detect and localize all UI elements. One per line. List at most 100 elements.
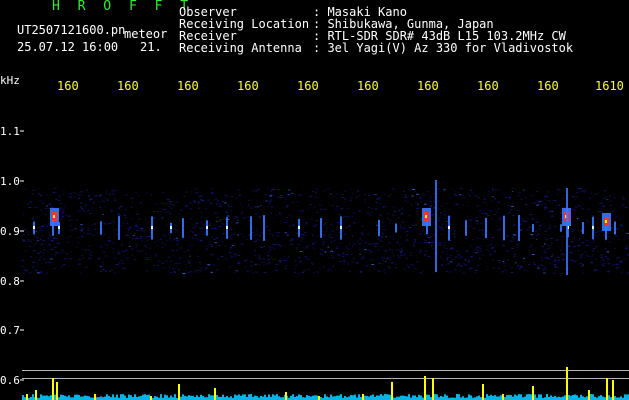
noise-pixel (403, 268, 406, 270)
noise-pixel (507, 205, 510, 207)
noise-pixel (508, 197, 511, 199)
noise-pixel (162, 192, 165, 194)
noise-pixel (94, 228, 97, 230)
noise-pixel (23, 234, 25, 236)
noise-pixel (69, 193, 73, 195)
noise-pixel (474, 252, 477, 253)
noise-pixel (105, 198, 109, 200)
baseline-bar (534, 394, 536, 400)
noise-pixel (430, 205, 434, 207)
noise-pixel (164, 244, 166, 246)
noise-pixel (207, 200, 209, 202)
noise-pixel (37, 227, 40, 229)
noise-pixel (279, 261, 282, 263)
noise-pixel (103, 222, 106, 224)
noise-pixel (254, 240, 258, 242)
noise-pixel (476, 220, 479, 222)
noise-pixel (519, 265, 523, 267)
signal-streak (518, 215, 520, 241)
signal-streak (465, 220, 467, 236)
baseline-bar (74, 394, 76, 400)
baseline-bar (520, 394, 522, 400)
noise-pixel (412, 271, 414, 273)
noise-pixel (333, 229, 335, 231)
noise-pixel (387, 213, 390, 215)
noise-pixel (562, 258, 565, 260)
noise-pixel (327, 246, 330, 248)
noise-pixel (136, 236, 139, 238)
noise-pixel (139, 237, 143, 239)
noise-pixel (560, 254, 564, 256)
noise-pixel (513, 224, 516, 226)
noise-pixel (554, 259, 557, 261)
noise-pixel (413, 243, 416, 245)
noise-pixel (623, 239, 626, 241)
noise-pixel (226, 212, 229, 214)
noise-pixel (400, 224, 402, 226)
noise-pixel (392, 255, 395, 257)
noise-pixel (105, 270, 108, 272)
baseline-bar (388, 394, 390, 400)
noise-pixel (121, 262, 125, 264)
noise-pixel (511, 267, 513, 269)
noise-pixel (268, 201, 272, 203)
noise-pixel (533, 264, 536, 265)
noise-pixel (392, 238, 395, 240)
noise-pixel (412, 224, 415, 226)
signal-core (448, 226, 450, 229)
noise-pixel (450, 255, 452, 257)
noise-pixel (437, 219, 440, 221)
noise-pixel (329, 234, 332, 236)
noise-pixel (38, 193, 41, 195)
noise-pixel (478, 258, 481, 260)
noise-pixel (392, 214, 395, 216)
noise-pixel (209, 241, 212, 243)
noise-pixel (255, 213, 257, 215)
noise-pixel (237, 261, 240, 263)
noise-pixel (384, 224, 387, 226)
baseline-bar (104, 396, 106, 400)
noise-pixel (349, 196, 352, 198)
level-spike (26, 394, 28, 400)
noise-pixel (377, 238, 380, 240)
noise-pixel (254, 190, 258, 192)
noise-pixel (603, 205, 605, 207)
noise-pixel (342, 253, 345, 254)
noise-pixel (62, 210, 65, 212)
noise-pixel (406, 230, 409, 232)
noise-pixel (241, 212, 244, 213)
noise-pixel (298, 194, 301, 196)
noise-pixel (530, 234, 534, 236)
noise-pixel (103, 197, 105, 199)
noise-pixel (291, 216, 294, 218)
noise-pixel (265, 225, 268, 227)
noise-pixel (445, 242, 447, 244)
noise-pixel (124, 216, 127, 218)
noise-pixel (397, 217, 400, 219)
noise-pixel (234, 232, 237, 234)
noise-pixel (146, 192, 148, 194)
noise-pixel (33, 245, 35, 247)
noise-pixel (537, 228, 541, 230)
signal-core (151, 226, 153, 229)
baseline-bar (590, 394, 592, 400)
baseline-bar (576, 395, 578, 400)
noise-pixel (590, 215, 594, 216)
noise-pixel (520, 199, 523, 201)
noise-pixel (551, 210, 553, 212)
noise-pixel (583, 190, 587, 192)
baseline-bar (354, 394, 356, 400)
noise-pixel (141, 240, 143, 242)
noise-pixel (27, 239, 30, 241)
noise-pixel (117, 250, 120, 252)
noise-pixel (197, 203, 199, 205)
noise-pixel (480, 250, 482, 252)
noise-pixel (497, 189, 500, 191)
noise-pixel (301, 233, 304, 235)
noise-pixel (83, 206, 86, 207)
noise-pixel (581, 208, 584, 210)
baseline-bar (226, 395, 228, 400)
noise-pixel (80, 230, 83, 231)
noise-pixel (188, 236, 190, 238)
noise-pixel (482, 211, 484, 213)
